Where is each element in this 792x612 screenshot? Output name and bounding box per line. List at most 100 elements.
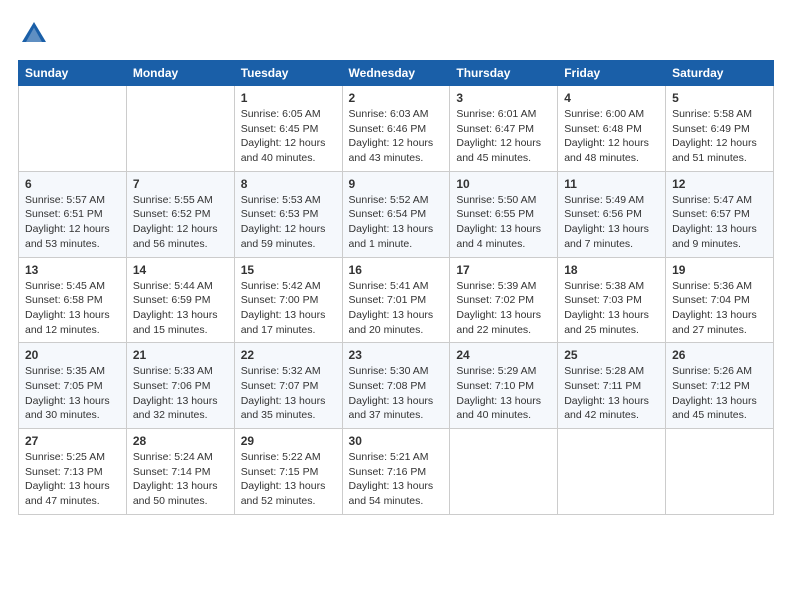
day-info: Sunrise: 5:42 AMSunset: 7:00 PMDaylight:… [241, 279, 336, 338]
logo-icon [18, 18, 50, 50]
day-info: Sunrise: 5:49 AMSunset: 6:56 PMDaylight:… [564, 193, 659, 252]
calendar-cell: 10 Sunrise: 5:50 AMSunset: 6:55 PMDayligh… [450, 171, 558, 257]
calendar-cell: 4 Sunrise: 6:00 AMSunset: 6:48 PMDaylight… [558, 86, 666, 172]
day-info: Sunrise: 5:21 AMSunset: 7:16 PMDaylight:… [349, 450, 444, 509]
day-number: 1 [241, 91, 336, 105]
day-info: Sunrise: 5:29 AMSunset: 7:10 PMDaylight:… [456, 364, 551, 423]
day-number: 24 [456, 348, 551, 362]
day-info: Sunrise: 5:57 AMSunset: 6:51 PMDaylight:… [25, 193, 120, 252]
calendar-cell: 3 Sunrise: 6:01 AMSunset: 6:47 PMDaylight… [450, 86, 558, 172]
day-info: Sunrise: 5:44 AMSunset: 6:59 PMDaylight:… [133, 279, 228, 338]
calendar-cell: 18 Sunrise: 5:38 AMSunset: 7:03 PMDayligh… [558, 257, 666, 343]
day-number: 29 [241, 434, 336, 448]
day-number: 13 [25, 263, 120, 277]
calendar-cell [126, 86, 234, 172]
day-info: Sunrise: 5:47 AMSunset: 6:57 PMDaylight:… [672, 193, 767, 252]
calendar-cell: 26 Sunrise: 5:26 AMSunset: 7:12 PMDayligh… [666, 343, 774, 429]
day-info: Sunrise: 5:41 AMSunset: 7:01 PMDaylight:… [349, 279, 444, 338]
day-number: 8 [241, 177, 336, 191]
day-info: Sunrise: 5:36 AMSunset: 7:04 PMDaylight:… [672, 279, 767, 338]
day-info: Sunrise: 5:50 AMSunset: 6:55 PMDaylight:… [456, 193, 551, 252]
day-number: 27 [25, 434, 120, 448]
day-info: Sunrise: 6:01 AMSunset: 6:47 PMDaylight:… [456, 107, 551, 166]
day-number: 6 [25, 177, 120, 191]
calendar-cell: 13 Sunrise: 5:45 AMSunset: 6:58 PMDayligh… [19, 257, 127, 343]
day-number: 26 [672, 348, 767, 362]
calendar-cell: 27 Sunrise: 5:25 AMSunset: 7:13 PMDayligh… [19, 429, 127, 515]
day-info: Sunrise: 5:45 AMSunset: 6:58 PMDaylight:… [25, 279, 120, 338]
logo [18, 18, 52, 50]
day-info: Sunrise: 5:32 AMSunset: 7:07 PMDaylight:… [241, 364, 336, 423]
day-info: Sunrise: 5:52 AMSunset: 6:54 PMDaylight:… [349, 193, 444, 252]
day-header-thursday: Thursday [450, 61, 558, 86]
day-number: 12 [672, 177, 767, 191]
day-header-saturday: Saturday [666, 61, 774, 86]
week-row-5: 27 Sunrise: 5:25 AMSunset: 7:13 PMDayligh… [19, 429, 774, 515]
day-number: 2 [349, 91, 444, 105]
calendar-cell [19, 86, 127, 172]
calendar-cell: 7 Sunrise: 5:55 AMSunset: 6:52 PMDaylight… [126, 171, 234, 257]
day-info: Sunrise: 5:38 AMSunset: 7:03 PMDaylight:… [564, 279, 659, 338]
day-number: 18 [564, 263, 659, 277]
calendar-cell: 30Sunrise: 5:21 AMSunset: 7:16 PMDayligh… [342, 429, 450, 515]
day-info: Sunrise: 5:55 AMSunset: 6:52 PMDaylight:… [133, 193, 228, 252]
calendar-table: SundayMondayTuesdayWednesdayThursdayFrid… [18, 60, 774, 515]
calendar-cell [450, 429, 558, 515]
day-header-sunday: Sunday [19, 61, 127, 86]
day-info: Sunrise: 5:30 AMSunset: 7:08 PMDaylight:… [349, 364, 444, 423]
day-info: Sunrise: 5:33 AMSunset: 7:06 PMDaylight:… [133, 364, 228, 423]
day-header-tuesday: Tuesday [234, 61, 342, 86]
day-number: 19 [672, 263, 767, 277]
week-row-2: 6 Sunrise: 5:57 AMSunset: 6:51 PMDaylight… [19, 171, 774, 257]
day-info: Sunrise: 6:03 AMSunset: 6:46 PMDaylight:… [349, 107, 444, 166]
day-number: 11 [564, 177, 659, 191]
day-number: 15 [241, 263, 336, 277]
calendar-cell: 9 Sunrise: 5:52 AMSunset: 6:54 PMDaylight… [342, 171, 450, 257]
calendar-cell: 11 Sunrise: 5:49 AMSunset: 6:56 PMDayligh… [558, 171, 666, 257]
calendar-cell: 17Sunrise: 5:39 AMSunset: 7:02 PMDayligh… [450, 257, 558, 343]
day-info: Sunrise: 6:00 AMSunset: 6:48 PMDaylight:… [564, 107, 659, 166]
calendar-cell: 12 Sunrise: 5:47 AMSunset: 6:57 PMDayligh… [666, 171, 774, 257]
calendar-cell: 5 Sunrise: 5:58 AMSunset: 6:49 PMDaylight… [666, 86, 774, 172]
calendar-cell: 22 Sunrise: 5:32 AMSunset: 7:07 PMDayligh… [234, 343, 342, 429]
week-row-3: 13 Sunrise: 5:45 AMSunset: 6:58 PMDayligh… [19, 257, 774, 343]
calendar-cell: 2 Sunrise: 6:03 AMSunset: 6:46 PMDaylight… [342, 86, 450, 172]
day-number: 14 [133, 263, 228, 277]
day-number: 25 [564, 348, 659, 362]
page: SundayMondayTuesdayWednesdayThursdayFrid… [0, 0, 792, 612]
day-number: 20 [25, 348, 120, 362]
calendar-cell: 8 Sunrise: 5:53 AMSunset: 6:53 PMDaylight… [234, 171, 342, 257]
calendar-cell: 1 Sunrise: 6:05 AMSunset: 6:45 PMDaylight… [234, 86, 342, 172]
day-number: 5 [672, 91, 767, 105]
day-header-wednesday: Wednesday [342, 61, 450, 86]
day-info: Sunrise: 6:05 AMSunset: 6:45 PMDaylight:… [241, 107, 336, 166]
day-header-friday: Friday [558, 61, 666, 86]
header-row: SundayMondayTuesdayWednesdayThursdayFrid… [19, 61, 774, 86]
calendar-cell: 20 Sunrise: 5:35 AMSunset: 7:05 PMDayligh… [19, 343, 127, 429]
calendar-cell: 15 Sunrise: 5:42 AMSunset: 7:00 PMDayligh… [234, 257, 342, 343]
day-number: 10 [456, 177, 551, 191]
calendar-cell [558, 429, 666, 515]
day-info: Sunrise: 5:25 AMSunset: 7:13 PMDaylight:… [25, 450, 120, 509]
day-number: 7 [133, 177, 228, 191]
day-info: Sunrise: 5:26 AMSunset: 7:12 PMDaylight:… [672, 364, 767, 423]
day-number: 28 [133, 434, 228, 448]
calendar-cell: 25Sunrise: 5:28 AMSunset: 7:11 PMDayligh… [558, 343, 666, 429]
calendar-cell: 23Sunrise: 5:30 AMSunset: 7:08 PMDayligh… [342, 343, 450, 429]
day-number: 9 [349, 177, 444, 191]
calendar-cell: 29Sunrise: 5:22 AMSunset: 7:15 PMDayligh… [234, 429, 342, 515]
week-row-1: 1 Sunrise: 6:05 AMSunset: 6:45 PMDaylight… [19, 86, 774, 172]
day-info: Sunrise: 5:58 AMSunset: 6:49 PMDaylight:… [672, 107, 767, 166]
day-info: Sunrise: 5:53 AMSunset: 6:53 PMDaylight:… [241, 193, 336, 252]
day-number: 22 [241, 348, 336, 362]
day-info: Sunrise: 5:39 AMSunset: 7:02 PMDaylight:… [456, 279, 551, 338]
day-number: 4 [564, 91, 659, 105]
day-number: 3 [456, 91, 551, 105]
day-info: Sunrise: 5:35 AMSunset: 7:05 PMDaylight:… [25, 364, 120, 423]
calendar-cell [666, 429, 774, 515]
week-row-4: 20 Sunrise: 5:35 AMSunset: 7:05 PMDayligh… [19, 343, 774, 429]
calendar-cell: 24 Sunrise: 5:29 AMSunset: 7:10 PMDayligh… [450, 343, 558, 429]
calendar-cell: 16Sunrise: 5:41 AMSunset: 7:01 PMDayligh… [342, 257, 450, 343]
day-info: Sunrise: 5:24 AMSunset: 7:14 PMDaylight:… [133, 450, 228, 509]
calendar-cell: 21Sunrise: 5:33 AMSunset: 7:06 PMDayligh… [126, 343, 234, 429]
